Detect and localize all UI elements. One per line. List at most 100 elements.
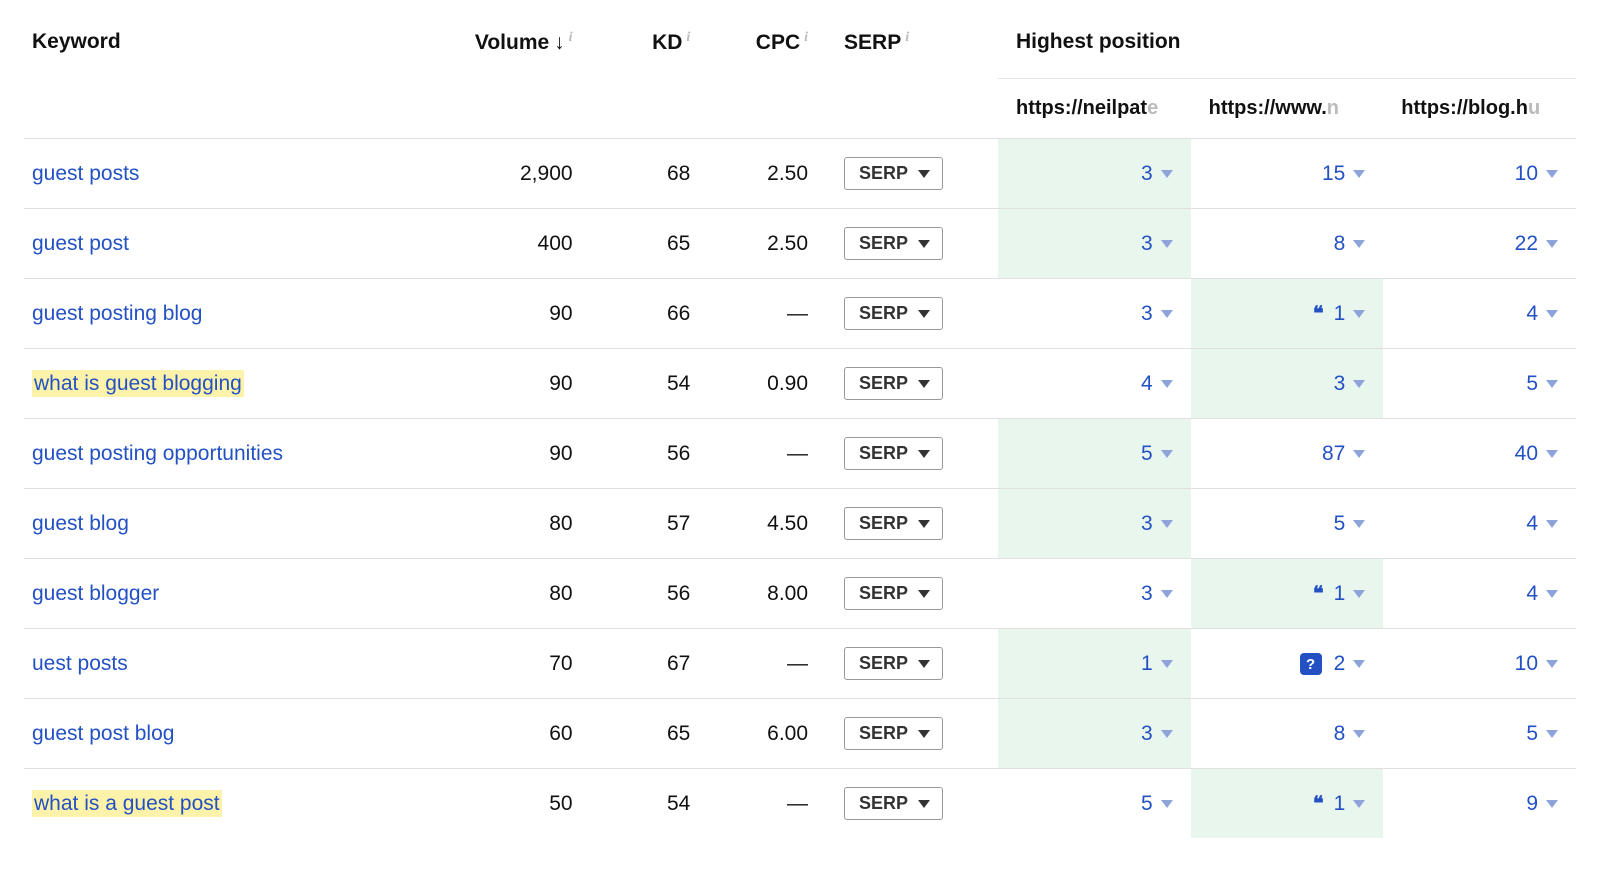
kd-cell: 57 [581, 489, 699, 559]
chevron-down-icon [1546, 240, 1558, 248]
position-cell[interactable]: 3 [998, 559, 1191, 629]
serp-button[interactable]: SERP [844, 717, 943, 750]
chevron-down-icon [1353, 310, 1365, 318]
position-cell[interactable]: ❝1 [1191, 769, 1384, 839]
position-cell[interactable]: 87 [1191, 419, 1384, 489]
chevron-down-icon [1161, 450, 1173, 458]
chevron-down-icon [1353, 590, 1365, 598]
position-cell[interactable]: 3 [998, 489, 1191, 559]
serp-button[interactable]: SERP [844, 787, 943, 820]
position-cell[interactable]: 22 [1383, 209, 1576, 279]
domain-col-1[interactable]: https://www.n [1191, 79, 1384, 139]
info-icon[interactable]: i [905, 30, 909, 45]
position-cell[interactable]: 5 [1383, 349, 1576, 419]
volume-cell: 90 [431, 419, 581, 489]
faq-icon: ? [1300, 653, 1322, 675]
serp-button[interactable]: SERP [844, 577, 943, 610]
position-cell[interactable]: 5 [1191, 489, 1384, 559]
chevron-down-icon [1161, 170, 1173, 178]
keyword-link[interactable]: uest posts [32, 652, 128, 675]
position-cell[interactable]: 3 [998, 209, 1191, 279]
chevron-down-icon [918, 590, 930, 598]
position-cell[interactable]: 4 [1383, 489, 1576, 559]
table-row: guest posts2,900682.50SERP31510 [24, 139, 1576, 209]
chevron-down-icon [1546, 310, 1558, 318]
domain-col-2[interactable]: https://blog.hu [1383, 79, 1576, 139]
position-cell[interactable]: 8 [1191, 699, 1384, 769]
chevron-down-icon [918, 730, 930, 738]
domain-col-0[interactable]: https://neilpate [998, 79, 1191, 139]
position-cell[interactable]: 5 [998, 769, 1191, 839]
position-cell[interactable]: 40 [1383, 419, 1576, 489]
cpc-cell: — [698, 769, 816, 839]
position-cell[interactable]: 3 [1191, 349, 1384, 419]
position-cell[interactable]: 4 [998, 349, 1191, 419]
position-cell[interactable]: 3 [998, 699, 1191, 769]
chevron-down-icon [1546, 800, 1558, 808]
position-cell[interactable]: 15 [1191, 139, 1384, 209]
serp-button[interactable]: SERP [844, 507, 943, 540]
position-cell[interactable]: 10 [1383, 629, 1576, 699]
col-keyword[interactable]: Keyword [24, 20, 431, 139]
chevron-down-icon [918, 450, 930, 458]
keyword-link[interactable]: guest post [32, 232, 129, 255]
volume-cell: 50 [431, 769, 581, 839]
position-cell[interactable]: 4 [1383, 279, 1576, 349]
chevron-down-icon [1161, 380, 1173, 388]
position-cell[interactable]: ?2 [1191, 629, 1384, 699]
chevron-down-icon [918, 310, 930, 318]
info-icon[interactable]: i [569, 30, 573, 45]
table-row: guest posting opportunities9056—SERP5874… [24, 419, 1576, 489]
keyword-link[interactable]: guest posting opportunities [32, 442, 283, 465]
chevron-down-icon [1353, 240, 1365, 248]
serp-button[interactable]: SERP [844, 297, 943, 330]
position-cell[interactable]: 3 [998, 139, 1191, 209]
keyword-link[interactable]: what is guest blogging [34, 372, 242, 395]
serp-button[interactable]: SERP [844, 367, 943, 400]
kd-cell: 54 [581, 349, 699, 419]
volume-cell: 80 [431, 489, 581, 559]
serp-button[interactable]: SERP [844, 227, 943, 260]
serp-button[interactable]: SERP [844, 647, 943, 680]
col-kd[interactable]: KDi [581, 20, 699, 139]
info-icon[interactable]: i [804, 30, 808, 45]
position-cell[interactable]: ❝1 [1191, 559, 1384, 629]
keyword-link[interactable]: guest blog [32, 512, 129, 535]
col-volume[interactable]: Volume↓i [431, 20, 581, 139]
table-row: guest blogger80568.00SERP3❝14 [24, 559, 1576, 629]
col-cpc[interactable]: CPCi [698, 20, 816, 139]
serp-button[interactable]: SERP [844, 437, 943, 470]
position-cell[interactable]: 5 [1383, 699, 1576, 769]
position-cell[interactable]: 1 [998, 629, 1191, 699]
position-cell[interactable]: 5 [998, 419, 1191, 489]
position-cell[interactable]: 8 [1191, 209, 1384, 279]
keyword-link[interactable]: what is a guest post [34, 792, 220, 815]
cpc-cell: 2.50 [698, 209, 816, 279]
keyword-link[interactable]: guest blogger [32, 582, 159, 605]
chevron-down-icon [1353, 520, 1365, 528]
cpc-cell: 4.50 [698, 489, 816, 559]
table-row: guest blog 80574.50 SERP 354 [24, 489, 1576, 559]
volume-cell: 2,900 [431, 139, 581, 209]
chevron-down-icon [1546, 590, 1558, 598]
info-icon[interactable]: i [686, 30, 690, 45]
keyword-link[interactable]: guest posting blog [32, 302, 202, 325]
col-serp[interactable]: SERPi [816, 20, 998, 139]
kd-cell: 56 [581, 559, 699, 629]
chevron-down-icon [918, 380, 930, 388]
position-cell[interactable]: 9 [1383, 769, 1576, 839]
position-cell[interactable]: 3 [998, 279, 1191, 349]
chevron-down-icon [1161, 520, 1173, 528]
chevron-down-icon [918, 520, 930, 528]
featured-snippet-icon: ❝ [1313, 581, 1324, 606]
chevron-down-icon [1546, 660, 1558, 668]
kd-cell: 54 [581, 769, 699, 839]
position-cell[interactable]: 4 [1383, 559, 1576, 629]
table-row: uest posts7067—SERP1?210 [24, 629, 1576, 699]
kd-cell: 56 [581, 419, 699, 489]
keyword-link[interactable]: guest posts [32, 162, 139, 185]
serp-button[interactable]: SERP [844, 157, 943, 190]
position-cell[interactable]: ❝1 [1191, 279, 1384, 349]
keyword-link[interactable]: guest post blog [32, 722, 174, 745]
position-cell[interactable]: 10 [1383, 139, 1576, 209]
